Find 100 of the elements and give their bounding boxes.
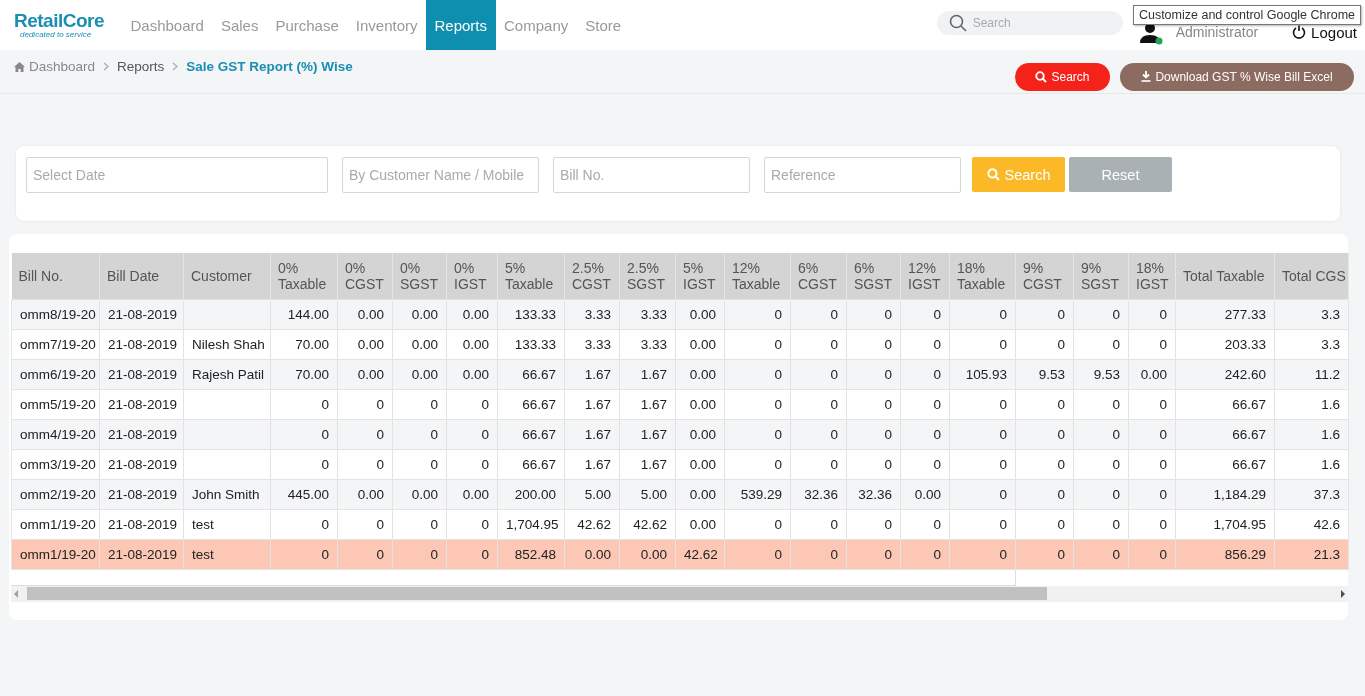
breadcrumb-link[interactable]: Sale GST Report (%) Wise <box>186 59 353 74</box>
nav-tab[interactable]: Dashboard <box>122 0 213 50</box>
column-header[interactable]: Bill Date <box>99 253 184 299</box>
column-header[interactable]: Bill No. <box>11 253 100 299</box>
chevron-icon <box>103 62 110 71</box>
column-header[interactable]: 0% IGST <box>446 253 498 299</box>
nav-tab[interactable]: Inventory <box>347 0 426 50</box>
input-field[interactable]: Bill No. <box>553 157 750 193</box>
download-button[interactable]: Download GST % Wise Bill Excel <box>1120 62 1354 91</box>
user-name[interactable]: Administrator <box>1175 24 1259 40</box>
table-cell: 0 <box>1015 449 1074 479</box>
column-header[interactable]: 2.5% CGST <box>564 253 620 299</box>
table-cell: 0 <box>846 359 901 389</box>
column-header[interactable]: 18% Taxable <box>949 253 1016 299</box>
table-cell: 0 <box>846 509 901 539</box>
table-cell: 0 <box>724 299 791 329</box>
table-cell: test <box>183 539 271 569</box>
column-header[interactable]: 5% IGST <box>675 253 725 299</box>
table-cell: 1.6 <box>1274 389 1349 419</box>
nav-tab[interactable]: Company <box>495 0 577 50</box>
table-cell: 70.00 <box>270 329 338 359</box>
table-cell: 539.29 <box>724 479 791 509</box>
column-header[interactable]: 2.5% SGST <box>619 253 676 299</box>
table-cell: 66.67 <box>497 389 565 419</box>
table-cell: 0 <box>846 539 901 569</box>
column-header[interactable]: 6% CGST <box>790 253 847 299</box>
table-cell: 32.36 <box>846 479 901 509</box>
table-cell: 66.67 <box>1175 419 1275 449</box>
table-cell: omm3/19-20 <box>11 449 100 479</box>
input-field[interactable]: Reference <box>764 157 961 193</box>
table-cell: 0 <box>1073 419 1129 449</box>
tooltip: Customize and control Google Chrome <box>1132 5 1361 25</box>
nav-tab[interactable]: Reports <box>426 0 496 50</box>
table-cell: 0 <box>846 329 901 359</box>
table-cell: 0 <box>337 539 393 569</box>
table-cell: John Smith <box>183 479 271 509</box>
table-cell: 445.00 <box>270 479 338 509</box>
search-icon <box>1035 70 1048 83</box>
table-cell: 0 <box>1015 419 1074 449</box>
input-field[interactable]: By Customer Name / Mobile <box>342 157 539 193</box>
logout-link[interactable]: Logout <box>1292 23 1357 41</box>
power-icon <box>1292 25 1307 39</box>
column-header[interactable]: 9% CGST <box>1015 253 1074 299</box>
table-cell: 0 <box>1073 299 1129 329</box>
table-cell: 0 <box>1015 479 1074 509</box>
breadcrumb-link[interactable]: Dashboard <box>29 59 96 74</box>
table-cell: 0 <box>949 539 1016 569</box>
table-cell: 0 <box>949 419 1016 449</box>
column-header[interactable]: 5% Taxable <box>497 253 565 299</box>
table-cell: 0 <box>1073 449 1129 479</box>
logo[interactable]: RetailCore dedicated to service <box>14 0 118 50</box>
table-cell: omm5/19-20 <box>11 389 100 419</box>
table-cell: 0.00 <box>446 299 498 329</box>
table-cell: 0 <box>1015 509 1074 539</box>
nav-tab[interactable]: Sales <box>212 0 267 50</box>
table-cell: omm4/19-20 <box>11 419 100 449</box>
column-header[interactable]: 12% Taxable <box>724 253 791 299</box>
table-cell: 42.62 <box>564 509 620 539</box>
table-cell: 3.33 <box>619 329 676 359</box>
table-cell: 0.00 <box>619 539 676 569</box>
table-cell: 1.67 <box>619 449 676 479</box>
table-cell: 1,184.29 <box>1175 479 1275 509</box>
table-cell: 0 <box>846 389 901 419</box>
nav-tab[interactable]: Purchase <box>266 0 348 50</box>
table-cell: 0 <box>724 539 791 569</box>
search-button[interactable]: Search <box>1015 62 1110 91</box>
table-cell: 0 <box>790 389 847 419</box>
table-cell: 0.00 <box>337 359 393 389</box>
table-cell: 66.67 <box>1175 449 1275 479</box>
table-cell: test <box>183 509 271 539</box>
column-header[interactable]: 6% SGST <box>846 253 901 299</box>
table-cell: 21.3 <box>1274 539 1349 569</box>
search-field[interactable]: Search <box>936 11 1123 35</box>
column-header[interactable]: Total CGS <box>1274 253 1349 299</box>
column-header[interactable]: 18% IGST <box>1128 253 1176 299</box>
table-cell: 0 <box>790 329 847 359</box>
column-header[interactable]: 0% Taxable <box>270 253 338 299</box>
column-header[interactable]: 0% SGST <box>392 253 447 299</box>
column-header[interactable]: 12% IGST <box>900 253 950 299</box>
table-cell: 1.67 <box>564 359 620 389</box>
table-cell: 0 <box>270 419 338 449</box>
horizontal-scrollbar[interactable] <box>11 585 1348 602</box>
table-cell: 32.36 <box>790 479 847 509</box>
table-cell: 0 <box>900 299 950 329</box>
column-header[interactable]: Customer <box>183 253 271 299</box>
table-cell: 21-08-2019 <box>99 449 184 479</box>
table-cell: 0 <box>392 419 447 449</box>
table-cell: 0 <box>1073 539 1129 569</box>
table-cell: Nilesh Shah <box>183 329 271 359</box>
nav-tab[interactable]: Store <box>576 0 630 50</box>
input-field[interactable]: Select Date <box>26 157 328 193</box>
table-cell: 0 <box>1015 299 1074 329</box>
breadcrumb-link[interactable]: Reports <box>117 59 165 74</box>
table-cell: 0 <box>1073 509 1129 539</box>
column-header[interactable]: 9% SGST <box>1073 253 1129 299</box>
column-header[interactable]: 0% CGST <box>337 253 393 299</box>
column-header[interactable]: Total Taxable <box>1175 253 1275 299</box>
table-cell: 0.00 <box>337 299 393 329</box>
table-cell: 21-08-2019 <box>99 509 184 539</box>
table-cell: 200.00 <box>497 479 565 509</box>
